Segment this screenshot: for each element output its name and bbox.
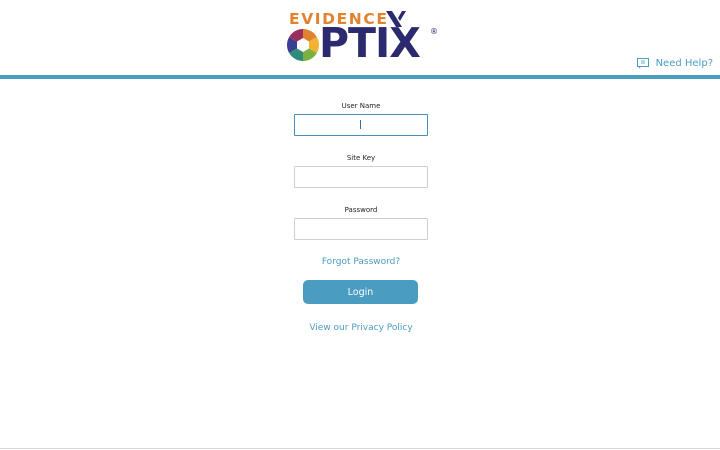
privacy-policy-link[interactable]: View our Privacy Policy: [274, 323, 448, 333]
password-label: Password: [344, 206, 378, 214]
registered-mark: ®: [430, 27, 438, 36]
need-help-link[interactable]: Need Help?: [636, 58, 713, 69]
username-input[interactable]: [294, 114, 428, 136]
username-group: User Name: [294, 101, 428, 136]
login-button[interactable]: Login: [303, 280, 418, 304]
need-help-label: Need Help?: [655, 58, 713, 69]
forgot-password-link[interactable]: Forgot Password?: [294, 257, 428, 267]
text-caret: [360, 120, 361, 129]
password-group: Password: [294, 205, 428, 240]
aperture-icon: [286, 28, 320, 61]
password-input[interactable]: [294, 218, 428, 240]
username-label: User Name: [341, 102, 381, 110]
sitekey-label: Site Key: [346, 154, 376, 162]
footer-divider: [0, 448, 720, 449]
sitekey-group: Site Key: [294, 153, 428, 188]
chat-icon: [636, 58, 649, 69]
evidence-optix-logo: EVIDENCE PTIX ®: [286, 8, 440, 68]
sitekey-input[interactable]: [294, 166, 428, 188]
logo-wordmark-bottom: PTIX: [319, 19, 421, 67]
header: EVIDENCE PTIX ® Need Help?: [0, 0, 720, 76]
header-accent-bar: [0, 75, 720, 79]
